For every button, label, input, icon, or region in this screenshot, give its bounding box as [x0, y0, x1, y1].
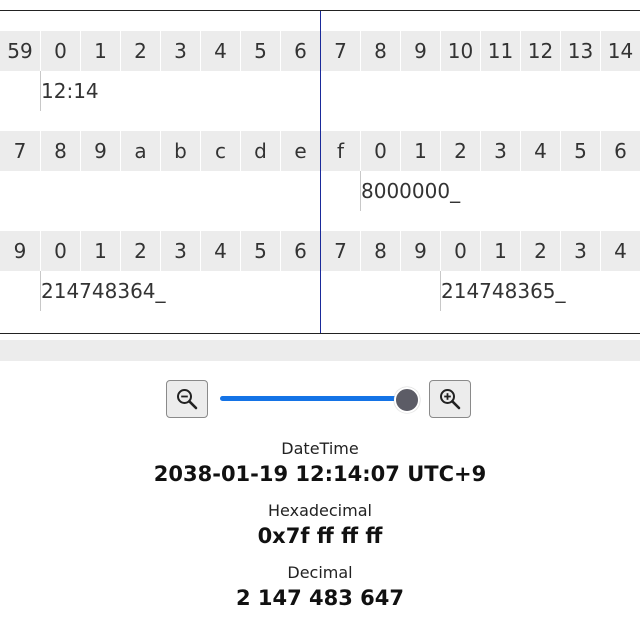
timeline-cell: 4 — [200, 31, 240, 71]
timeline-cell: 0 — [40, 231, 80, 271]
timeline-cell: 5 — [560, 131, 600, 171]
timeline-cell: e — [280, 131, 320, 171]
timeline-cell: 3 — [480, 131, 520, 171]
zoom-out-icon — [177, 389, 198, 410]
timeline-cell: 3 — [560, 231, 600, 271]
timeline-cell: 13 — [560, 31, 600, 71]
timeline-panel[interactable]: 59 0 1 2 3 4 5 6 7 8 9 10 11 12 13 14 12:14 7 8 9 a b c d e f 0 1 2 3… — [0, 10, 640, 334]
timeline-cell: 4 — [600, 231, 640, 271]
zoom-in-button[interactable] — [429, 380, 471, 418]
timeline-cell: 2 — [120, 31, 160, 71]
timeline-cell: 6 — [600, 131, 640, 171]
timeline-cell: 0 — [360, 131, 400, 171]
timeline-cell: a — [120, 131, 160, 171]
timeline-cell: 2 — [120, 231, 160, 271]
timeline-cell: 4 — [520, 131, 560, 171]
datetime-label: DateTime — [281, 439, 359, 458]
timeline-cell: 12 — [520, 31, 560, 71]
timeline-cell: 11 — [480, 31, 520, 71]
hexadecimal-label: Hexadecimal — [268, 501, 372, 520]
timeline-cell: 2 — [520, 231, 560, 271]
timeline-mark-label: 8000000_ — [361, 179, 461, 203]
timeline-cell: 9 — [400, 31, 440, 71]
timeline-cell: 1 — [80, 31, 120, 71]
timeline-cell: 59 — [7, 39, 33, 63]
timeline-cell: 1 — [80, 231, 120, 271]
timeline-mark-label: 214748365_ — [441, 279, 566, 303]
timeline-cell: 6 — [280, 231, 320, 271]
timeline-cell: 14 — [600, 31, 640, 71]
timeline-cell: c — [200, 131, 240, 171]
timeline-cell: 9 — [400, 231, 440, 271]
timeline-cell: 6 — [280, 31, 320, 71]
zoom-out-button[interactable] — [166, 380, 208, 418]
timeline-cell: 7 — [320, 231, 360, 271]
timeline-cell: 1 — [400, 131, 440, 171]
timeline-cell: 1 — [480, 231, 520, 271]
timeline-cell: 5 — [240, 31, 280, 71]
timeline-cell: d — [240, 131, 280, 171]
timeline-cell: 7 — [320, 31, 360, 71]
datetime-value: 2038-01-19 12:14:07 UTC+9 — [153, 462, 487, 486]
timeline-cell: 7 — [13, 139, 27, 163]
timeline-mark-label: 214748364_ — [41, 279, 166, 303]
timeline-cell: 9 — [80, 131, 120, 171]
zoom-in-icon — [440, 389, 461, 410]
timeline-cell: 5 — [240, 231, 280, 271]
timeline-cell: 9 — [13, 239, 27, 263]
decimal-value: 2 147 483 647 — [235, 586, 405, 610]
timeline-cell: 4 — [200, 231, 240, 271]
timeline-cell: 10 — [440, 31, 480, 71]
hexadecimal-value: 0x7f ff ff ff — [257, 524, 383, 548]
timeline-cell: f — [320, 131, 360, 171]
timeline-cell: 8 — [360, 231, 400, 271]
zoom-slider-thumb[interactable] — [394, 387, 420, 413]
timeline-mark-label: 12:14 — [41, 79, 99, 103]
zoom-slider-track[interactable] — [220, 396, 408, 401]
timeline-cell: 3 — [160, 231, 200, 271]
timeline-cell: 8 — [360, 31, 400, 71]
timeline-cell: 0 — [440, 231, 480, 271]
timeline-cell: 0 — [40, 31, 80, 71]
timeline-cell: 2 — [440, 131, 480, 171]
timeline-cursor-line — [320, 11, 321, 333]
decimal-label: Decimal — [287, 563, 353, 582]
timeline-scrollbar[interactable] — [0, 340, 640, 361]
timeline-cell: 3 — [160, 31, 200, 71]
timeline-cell: 8 — [40, 131, 80, 171]
timeline-cell: b — [160, 131, 200, 171]
